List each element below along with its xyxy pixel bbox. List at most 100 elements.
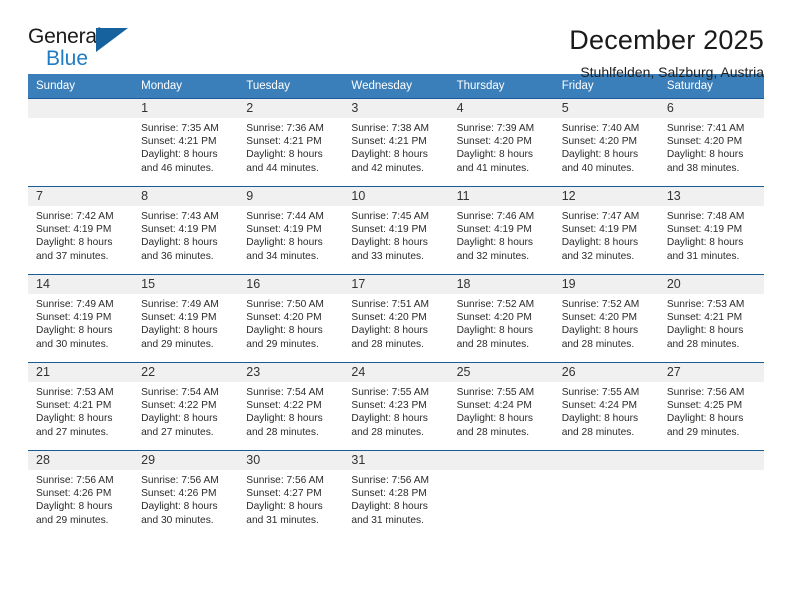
day-sunset-text: Sunset: 4:19 PM — [456, 224, 532, 236]
day-number — [448, 451, 554, 470]
day-sunset-text: Sunset: 4:27 PM — [246, 488, 322, 500]
day-sunset-text: Sunset: 4:20 PM — [351, 312, 427, 324]
day-sun-info — [659, 470, 764, 474]
day-daylight-1-text: Daylight: 8 hours — [561, 237, 639, 249]
general-blue-logo: General Blue — [28, 26, 138, 72]
day-sunset-text: Sunset: 4:28 PM — [351, 488, 427, 500]
day-sunset-text: Sunset: 4:25 PM — [666, 400, 743, 412]
calendar-day-cell[interactable]: 11 Sunrise: 7:46 AM Sunset: 4:19 PM Dayligh… — [448, 186, 554, 275]
calendar-day-cell[interactable]: 20 Sunrise: 7:53 AM Sunset: 4:21 PM Dayligh… — [658, 274, 764, 363]
day-sun-info: Sunrise: 7:46 AM Sunset: 4:19 PM Daylight:… — [449, 206, 554, 263]
calendar-day-cell[interactable]: 30 Sunrise: 7:56 AM Sunset: 4:27 PM Dayligh… — [238, 450, 344, 539]
day-daylight-2-text: and 31 minutes. — [351, 514, 424, 526]
day-daylight-1-text: Daylight: 8 hours — [351, 325, 428, 337]
day-sunset-text: Sunset: 4:19 PM — [246, 224, 322, 236]
calendar-day-cell[interactable]: 12 Sunrise: 7:47 AM Sunset: 4:19 PM Dayligh… — [553, 186, 659, 275]
day-daylight-1-text: Daylight: 8 hours — [36, 237, 113, 249]
calendar-day-cell[interactable]: 25 Sunrise: 7:55 AM Sunset: 4:24 PM Dayligh… — [448, 362, 554, 451]
weekday-header-thursday: Thursday — [448, 74, 554, 99]
calendar-day-cell[interactable]: 24 Sunrise: 7:55 AM Sunset: 4:23 PM Dayligh… — [343, 362, 449, 451]
calendar-day-cell[interactable]: 31 Sunrise: 7:56 AM Sunset: 4:28 PM Dayligh… — [343, 450, 449, 539]
day-sunrise-text: Sunrise: 7:54 AM — [141, 387, 219, 398]
day-daylight-2-text: and 33 minutes. — [351, 250, 424, 262]
calendar-day-cell[interactable]: 9 Sunrise: 7:44 AM Sunset: 4:19 PM Daylight… — [238, 186, 344, 275]
calendar-day-cell[interactable]: 7 Sunrise: 7:42 AM Sunset: 4:19 PM Daylight… — [28, 186, 134, 275]
day-daylight-2-text: and 28 minutes. — [351, 426, 424, 438]
calendar-day-cell[interactable]: 29 Sunrise: 7:56 AM Sunset: 4:26 PM Dayligh… — [133, 450, 239, 539]
day-sun-info: Sunrise: 7:56 AM Sunset: 4:27 PM Daylight:… — [238, 470, 343, 527]
day-sunrise-text: Sunrise: 7:49 AM — [141, 299, 219, 310]
day-daylight-2-text: and 38 minutes. — [666, 162, 740, 174]
calendar-day-cell[interactable]: 15 Sunrise: 7:49 AM Sunset: 4:19 PM Dayligh… — [133, 274, 239, 363]
day-sun-info: Sunrise: 7:56 AM Sunset: 4:26 PM Daylight:… — [28, 470, 133, 527]
weekday-header-wednesday: Wednesday — [343, 74, 449, 99]
day-sun-info: Sunrise: 7:54 AM Sunset: 4:22 PM Daylight:… — [133, 382, 238, 439]
day-daylight-2-text: and 28 minutes. — [561, 426, 635, 438]
calendar-day-cell[interactable]: 6 Sunrise: 7:41 AM Sunset: 4:20 PM Daylight… — [658, 98, 764, 187]
day-daylight-2-text: and 31 minutes. — [246, 514, 319, 526]
day-number: 22 — [133, 363, 239, 382]
day-sun-info: Sunrise: 7:35 AM Sunset: 4:21 PM Daylight:… — [133, 118, 238, 175]
calendar-day-cell[interactable]: 8 Sunrise: 7:43 AM Sunset: 4:19 PM Daylight… — [133, 186, 239, 275]
calendar-day-cell[interactable]: 14 Sunrise: 7:49 AM Sunset: 4:19 PM Dayligh… — [28, 274, 134, 363]
day-sun-info: Sunrise: 7:56 AM Sunset: 4:28 PM Daylight:… — [343, 470, 448, 527]
calendar-day-cell[interactable]: 27 Sunrise: 7:56 AM Sunset: 4:25 PM Dayligh… — [658, 362, 764, 451]
calendar-day-cell[interactable]: 28 Sunrise: 7:56 AM Sunset: 4:26 PM Dayligh… — [28, 450, 134, 539]
day-sun-info: Sunrise: 7:53 AM Sunset: 4:21 PM Daylight:… — [659, 294, 764, 351]
calendar-week-row: 28 Sunrise: 7:56 AM Sunset: 4:26 PM Dayligh… — [28, 450, 764, 539]
calendar-table: Sunday Monday Tuesday Wednesday Thursday… — [28, 74, 764, 539]
day-daylight-1-text: Daylight: 8 hours — [246, 237, 323, 249]
day-sunset-text: Sunset: 4:20 PM — [246, 312, 322, 324]
calendar-day-cell[interactable]: 4 Sunrise: 7:39 AM Sunset: 4:20 PM Daylight… — [448, 98, 554, 187]
calendar-day-cell[interactable]: 18 Sunrise: 7:52 AM Sunset: 4:20 PM Dayligh… — [448, 274, 554, 363]
day-daylight-2-text: and 37 minutes. — [36, 250, 109, 262]
day-sunrise-text: Sunrise: 7:55 AM — [561, 387, 640, 398]
day-daylight-1-text: Daylight: 8 hours — [561, 325, 639, 337]
day-number: 21 — [28, 363, 134, 382]
day-number: 24 — [343, 363, 449, 382]
day-daylight-2-text: and 36 minutes. — [141, 250, 214, 262]
calendar-day-cell[interactable]: 2 Sunrise: 7:36 AM Sunset: 4:21 PM Daylight… — [238, 98, 344, 187]
day-sunset-text: Sunset: 4:19 PM — [36, 312, 112, 324]
day-sun-info: Sunrise: 7:48 AM Sunset: 4:19 PM Daylight:… — [659, 206, 764, 263]
day-sunset-text: Sunset: 4:20 PM — [561, 136, 638, 148]
calendar-day-cell[interactable]: 23 Sunrise: 7:54 AM Sunset: 4:22 PM Dayligh… — [238, 362, 344, 451]
day-sunset-text: Sunset: 4:20 PM — [456, 136, 532, 148]
calendar-empty-cell — [448, 450, 554, 539]
day-sunset-text: Sunset: 4:20 PM — [561, 312, 638, 324]
day-sun-info: Sunrise: 7:39 AM Sunset: 4:20 PM Daylight:… — [449, 118, 554, 175]
calendar-day-cell[interactable]: 17 Sunrise: 7:51 AM Sunset: 4:20 PM Dayligh… — [343, 274, 449, 363]
calendar-day-cell[interactable]: 26 Sunrise: 7:55 AM Sunset: 4:24 PM Dayligh… — [553, 362, 659, 451]
calendar-day-cell[interactable]: 5 Sunrise: 7:40 AM Sunset: 4:20 PM Daylight… — [553, 98, 659, 187]
day-daylight-2-text: and 30 minutes. — [141, 514, 214, 526]
day-daylight-2-text: and 28 minutes. — [456, 426, 530, 438]
day-sunset-text: Sunset: 4:21 PM — [246, 136, 322, 148]
calendar-day-cell[interactable]: 19 Sunrise: 7:52 AM Sunset: 4:20 PM Dayligh… — [553, 274, 659, 363]
day-sunset-text: Sunset: 4:24 PM — [561, 400, 638, 412]
day-sunrise-text: Sunrise: 7:49 AM — [36, 299, 114, 310]
day-daylight-2-text: and 32 minutes. — [561, 250, 635, 262]
day-daylight-2-text: and 29 minutes. — [666, 426, 740, 438]
calendar-day-cell[interactable]: 21 Sunrise: 7:53 AM Sunset: 4:21 PM Dayligh… — [28, 362, 134, 451]
calendar-day-cell[interactable]: 1 Sunrise: 7:35 AM Sunset: 4:21 PM Daylight… — [133, 98, 239, 187]
day-daylight-1-text: Daylight: 8 hours — [456, 237, 534, 249]
calendar-day-cell[interactable]: 13 Sunrise: 7:48 AM Sunset: 4:19 PM Dayligh… — [658, 186, 764, 275]
calendar-week-row: 14 Sunrise: 7:49 AM Sunset: 4:19 PM Dayligh… — [28, 274, 764, 363]
calendar-day-cell[interactable]: 16 Sunrise: 7:50 AM Sunset: 4:20 PM Dayligh… — [238, 274, 344, 363]
day-daylight-2-text: and 28 minutes. — [561, 338, 635, 350]
calendar-day-cell[interactable]: 22 Sunrise: 7:54 AM Sunset: 4:22 PM Dayligh… — [133, 362, 239, 451]
day-sunrise-text: Sunrise: 7:52 AM — [456, 299, 535, 310]
day-daylight-2-text: and 34 minutes. — [246, 250, 319, 262]
day-daylight-2-text: and 28 minutes. — [351, 338, 424, 350]
calendar-day-cell[interactable]: 10 Sunrise: 7:45 AM Sunset: 4:19 PM Dayligh… — [343, 186, 449, 275]
day-daylight-2-text: and 28 minutes. — [456, 338, 530, 350]
day-sunset-text: Sunset: 4:19 PM — [561, 224, 638, 236]
day-daylight-1-text: Daylight: 8 hours — [666, 237, 744, 249]
day-sunrise-text: Sunrise: 7:42 AM — [36, 211, 114, 222]
day-number: 5 — [553, 99, 659, 118]
day-sunset-text: Sunset: 4:26 PM — [141, 488, 217, 500]
calendar-day-cell[interactable]: 3 Sunrise: 7:38 AM Sunset: 4:21 PM Daylight… — [343, 98, 449, 187]
day-daylight-1-text: Daylight: 8 hours — [246, 325, 323, 337]
day-daylight-1-text: Daylight: 8 hours — [561, 149, 639, 161]
calendar-empty-cell — [658, 450, 764, 539]
